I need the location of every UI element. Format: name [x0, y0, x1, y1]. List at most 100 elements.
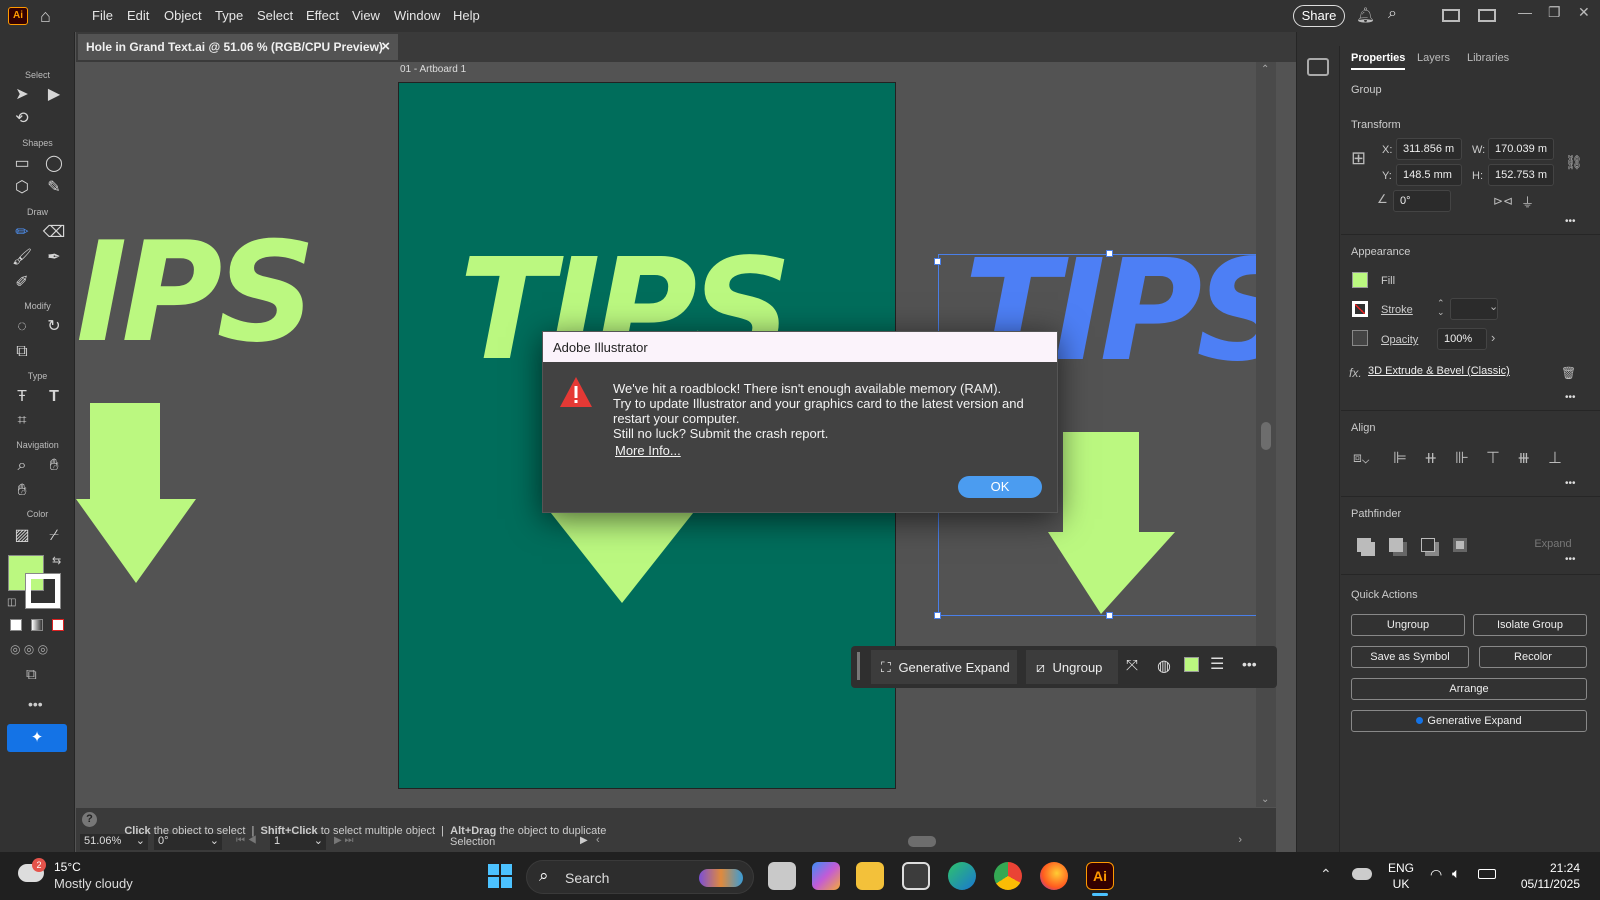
- stroke-swatch-panel[interactable]: [1352, 301, 1368, 317]
- type-on-path-tool-icon[interactable]: Ŧ: [10, 386, 34, 408]
- intersect-icon[interactable]: [1421, 538, 1435, 552]
- more-info-link[interactable]: More Info...: [615, 443, 1033, 458]
- last-artboard-icon[interactable]: ▶ ⏭: [334, 835, 353, 846]
- bell-icon[interactable]: 🔔︎: [1356, 6, 1375, 24]
- screen-mode-icon[interactable]: ⧉: [26, 666, 37, 683]
- swap-colors-icon[interactable]: ⇆: [52, 554, 61, 567]
- brush-tool-icon[interactable]: 🖌︎: [10, 247, 34, 269]
- clock[interactable]: 21:24 05/11/2025: [1508, 860, 1580, 892]
- ctx-recolor-icon[interactable]: ◍: [1157, 656, 1171, 676]
- minus-front-icon[interactable]: [1389, 538, 1403, 552]
- save-as-symbol-button[interactable]: Save as Symbol: [1351, 646, 1469, 668]
- unite-icon[interactable]: [1357, 538, 1371, 552]
- direct-selection-tool-icon[interactable]: ▶: [42, 84, 66, 106]
- reshape-tool-icon[interactable]: ◌: [10, 316, 34, 338]
- scroll-thumb[interactable]: [908, 836, 936, 847]
- tab-libraries[interactable]: Libraries: [1467, 52, 1509, 64]
- expand-button[interactable]: Expand: [1523, 533, 1583, 555]
- chrome-icon[interactable]: [994, 862, 1022, 890]
- constrain-proportions-icon[interactable]: ⛓: [1565, 154, 1583, 171]
- opacity-label[interactable]: Opacity: [1381, 334, 1418, 346]
- rectangle-tool-icon[interactable]: ▭: [10, 153, 34, 175]
- opacity-arrow-icon[interactable]: ›: [1491, 330, 1495, 345]
- eyedropper-tool-icon[interactable]: ⌿: [42, 525, 66, 547]
- selection-handle[interactable]: [1106, 612, 1113, 619]
- illustrator-taskbar-icon[interactable]: Ai: [1086, 862, 1114, 890]
- align-hcenter-icon[interactable]: ⧺: [1424, 448, 1437, 468]
- document-tab[interactable]: Hole in Grand Text.ai @ 51.06 % (RGB/CPU…: [78, 34, 398, 60]
- status-menu-icon[interactable]: ▶: [580, 835, 588, 846]
- generative-expand-panel-button[interactable]: Generative Expand: [1351, 710, 1587, 732]
- scroll-left-icon[interactable]: ‹: [596, 834, 600, 846]
- selection-handle[interactable]: [1106, 250, 1113, 257]
- selection-tool-icon[interactable]: ➤: [10, 84, 34, 106]
- flip-horizontal-icon[interactable]: ⊳⊲: [1493, 194, 1513, 208]
- none-mode-icon[interactable]: [52, 619, 64, 631]
- default-colors-icon[interactable]: ◫: [7, 597, 16, 608]
- generative-expand-button[interactable]: ⛶ Generative Expand: [871, 650, 1017, 684]
- align-bottom-icon[interactable]: ⊥: [1548, 448, 1562, 468]
- scroll-right-icon[interactable]: ›: [1238, 834, 1242, 846]
- rotate-tool-icon[interactable]: ↻: [42, 316, 66, 338]
- blend-tool-icon[interactable]: ⧉: [10, 341, 34, 363]
- eraser-tool-icon[interactable]: ⌫: [42, 222, 66, 244]
- menu-object[interactable]: Object: [164, 8, 202, 23]
- menu-help[interactable]: Help: [453, 8, 480, 23]
- isolate-group-button[interactable]: Isolate Group: [1473, 614, 1587, 636]
- scroll-up-icon[interactable]: ⌃: [1261, 64, 1269, 75]
- scroll-down-icon[interactable]: ⌄: [1261, 794, 1269, 805]
- trash-icon[interactable]: 🗑︎: [1561, 366, 1576, 380]
- align-left-icon[interactable]: ⊫: [1393, 448, 1407, 468]
- h-field[interactable]: 152.753 m: [1488, 164, 1554, 186]
- align-top-icon[interactable]: ⊤: [1486, 448, 1500, 468]
- menu-type[interactable]: Type: [215, 8, 243, 23]
- close-tab-icon[interactable]: ×: [381, 38, 390, 55]
- task-view-icon[interactable]: [768, 862, 796, 890]
- selection-handle[interactable]: [934, 258, 941, 265]
- tab-layers[interactable]: Layers: [1417, 52, 1450, 64]
- stroke-dropdown-icon[interactable]: ⌄: [1489, 300, 1498, 313]
- rotate-view-tool-icon[interactable]: ✋︎: [10, 480, 34, 502]
- zoom-tool-icon[interactable]: ⌕: [10, 455, 34, 477]
- arrange-button[interactable]: Arrange: [1351, 678, 1587, 700]
- flip-vertical-icon[interactable]: ⏚: [1521, 192, 1534, 211]
- volume-icon[interactable]: 🔈︎: [1452, 865, 1460, 882]
- stroke-label[interactable]: Stroke: [1381, 304, 1413, 316]
- selection-handle[interactable]: [934, 612, 941, 619]
- ctx-fill-swatch[interactable]: [1184, 657, 1199, 672]
- more-tools-icon[interactable]: •••: [28, 696, 43, 712]
- align-right-icon[interactable]: ⊪: [1455, 448, 1469, 468]
- first-artboard-icon[interactable]: ⏮ ◀: [236, 835, 257, 846]
- artboard-number-field[interactable]: 1 ⌄: [270, 834, 326, 850]
- zoom-field[interactable]: 51.06% ⌄: [80, 834, 148, 850]
- language-indicator[interactable]: ENG UK: [1388, 860, 1414, 892]
- menu-view[interactable]: View: [352, 8, 380, 23]
- align-vcenter-icon[interactable]: ⧻: [1517, 448, 1530, 468]
- appearance-more-icon[interactable]: •••: [1565, 392, 1576, 403]
- menu-edit[interactable]: Edit: [127, 8, 149, 23]
- rotation-field[interactable]: 0°: [1393, 190, 1451, 212]
- lasso-tool-icon[interactable]: ⟲: [10, 108, 34, 130]
- store-icon[interactable]: [902, 862, 930, 890]
- gradient-mode-icon[interactable]: [31, 619, 43, 631]
- polygon-tool-icon[interactable]: ⬡: [10, 177, 34, 199]
- ungroup-ctx-button[interactable]: ⧄ Ungroup: [1026, 650, 1118, 684]
- menu-select[interactable]: Select: [257, 8, 293, 23]
- ctx-menu-icon[interactable]: ☰: [1210, 654, 1224, 674]
- gradient-tool-icon[interactable]: ▨: [10, 525, 34, 547]
- edge-icon[interactable]: [948, 862, 976, 890]
- ctx-more-icon[interactable]: •••: [1242, 656, 1257, 672]
- type-tool-icon[interactable]: T: [42, 386, 66, 408]
- x-field[interactable]: 311.856 m: [1396, 138, 1462, 160]
- onedrive-icon[interactable]: [1352, 868, 1372, 880]
- start-icon[interactable]: [488, 864, 512, 888]
- search-icon[interactable]: ⌕: [1388, 5, 1397, 23]
- fill-swatch-panel[interactable]: [1352, 272, 1368, 288]
- y-field[interactable]: 148.5 mm: [1396, 164, 1462, 186]
- panel-toggle-icon[interactable]: [1478, 9, 1496, 22]
- opacity-field[interactable]: 100%: [1437, 328, 1487, 350]
- tab-properties[interactable]: Properties: [1351, 52, 1406, 70]
- pathfinder-more-icon[interactable]: •••: [1565, 554, 1576, 565]
- help-icon[interactable]: ?: [82, 812, 97, 827]
- generative-ai-button[interactable]: ✦: [7, 724, 67, 752]
